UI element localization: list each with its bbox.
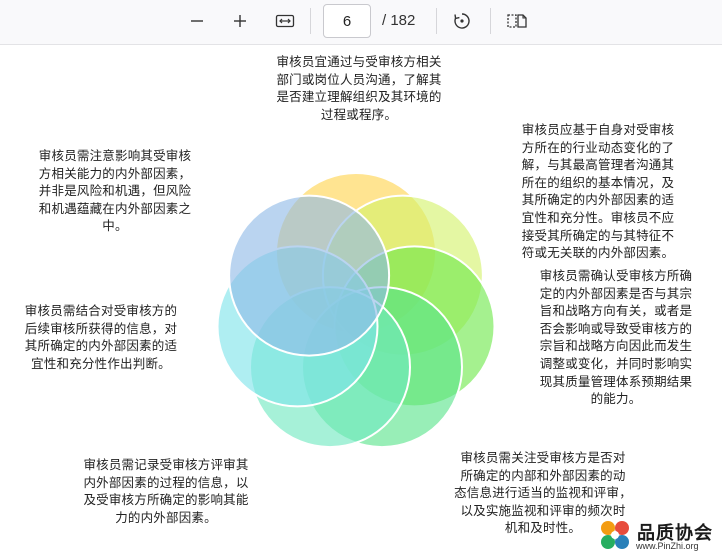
text-line: 方所在的行业动态变化的了 <box>521 140 675 155</box>
text-line: 后续审核所获得的信息，对 <box>24 321 178 336</box>
zoom-in-button[interactable] <box>224 6 256 36</box>
pdf-toolbar: 6 / 182 <box>0 0 722 45</box>
text-line: 和机遇蕴藏在内外部因素之 <box>38 201 192 216</box>
text-line: 审核员需确认受审核方所确 <box>539 269 693 283</box>
fit-width-button[interactable] <box>269 6 301 36</box>
text-line: 解，与其最高管理者沟通其 <box>521 158 675 173</box>
text-line: 所确定的内部和外部因素的动 <box>460 468 626 483</box>
toolbar-separator <box>310 8 311 34</box>
text-line: 审核员应基于自身对受审核 <box>521 123 675 137</box>
two-page-view-button[interactable] <box>501 6 533 36</box>
flower-petals <box>216 172 496 449</box>
text-line: 审核员需注意影响其受审核 <box>38 149 192 163</box>
text-line: 方相关能力的内外部因素， <box>38 166 192 181</box>
pinzhi-logo: 品质协会 www.PinZhi.org <box>596 516 718 556</box>
logo-url: www.PinZhi.org <box>636 541 699 551</box>
text-block-middle-right: 审核员需确认受审核方所确 定的内外部因素是否与其宗 旨和战略方向有关，或者是 否… <box>518 268 714 409</box>
text-block-top: 审核员宜通过与受审核方相关 部门或岗位人员沟通，了解其 是否建立理解组织及其环境… <box>260 54 458 124</box>
text-line: 审核员需记录受审核方评审其 <box>83 458 249 472</box>
text-line: 的能力。 <box>590 392 642 407</box>
fit-width-icon <box>275 14 295 28</box>
text-line: 过程或程序。 <box>320 107 398 122</box>
zoom-out-button[interactable] <box>181 6 213 36</box>
pinzhi-logo-icon <box>601 521 629 549</box>
page-number-input[interactable]: 6 <box>323 4 371 38</box>
text-line: 及受审核方所确定的影响其能 <box>83 493 249 508</box>
text-block-middle-left: 审核员需结合对受审核方的 后续审核所获得的信息，对 其所确定的内外部因素的适 宜… <box>6 303 196 373</box>
text-line: 中。 <box>102 219 128 234</box>
text-block-bottom-left: 审核员需记录受审核方评审其 内外部因素的过程的信息，以 及受审核方所确定的影响其… <box>66 457 266 527</box>
text-line: 宜性和充分性。审核员不应 <box>521 210 675 225</box>
text-line: 宗旨和战略方向因此而发生 <box>539 339 693 354</box>
text-line: 其所确定的内外部因素的适 <box>521 193 675 208</box>
zoom-in-icon <box>234 15 246 27</box>
text-line: 否会影响或导致受审核方的 <box>539 321 693 336</box>
text-line: 所在的组织的基本情况，及 <box>521 175 675 190</box>
flower-petal-circle <box>228 194 391 357</box>
two-page-view-icon <box>507 14 527 28</box>
text-block-top-right: 审核员应基于自身对受审核 方所在的行业动态变化的了 解，与其最高管理者沟通其 所… <box>503 122 693 263</box>
text-line: 宜性和充分性作出判断。 <box>31 356 171 371</box>
text-line: 旨和战略方向有关，或者是 <box>539 304 693 319</box>
rotate-icon <box>454 13 470 29</box>
page-total-label: / 182 <box>382 12 416 29</box>
text-line: 审核员需关注受审核方是否对 <box>460 451 626 465</box>
text-line: 现其质量管理体系预期结果 <box>539 374 693 389</box>
text-line: 是否建立理解组织及其环境的 <box>276 90 442 105</box>
rotate-button[interactable] <box>446 6 478 36</box>
zoom-out-icon <box>191 20 203 22</box>
text-line: 力的内外部因素。 <box>115 510 217 525</box>
text-line: 审核员需结合对受审核方的 <box>24 304 178 318</box>
text-line: 调整或变化，并同时影响实 <box>539 356 693 371</box>
text-line: 其所确定的内外部因素的适 <box>24 339 178 354</box>
text-line: 内外部因素的过程的信息，以 <box>83 475 249 490</box>
text-line: 并非是风险和机遇，但风险 <box>38 184 192 199</box>
text-line: 审核员宜通过与受审核方相关 <box>276 55 442 69</box>
text-line: 态信息进行适当的监视和评审， <box>454 486 632 501</box>
text-line: 接受其所确定的与其特征不 <box>521 228 675 243</box>
toolbar-separator <box>490 8 491 34</box>
text-line: 定的内外部因素是否与其宗 <box>539 286 693 301</box>
document-page: 审核员宜通过与受审核方相关 部门或岗位人员沟通，了解其 是否建立理解组织及其环境… <box>0 45 722 558</box>
text-block-top-left: 审核员需注意影响其受审核 方相关能力的内外部因素， 并非是风险和机遇，但风险 和… <box>22 148 208 236</box>
text-line: 符或无关联的内外部因素。 <box>521 246 675 261</box>
toolbar-separator <box>436 8 437 34</box>
text-line: 部门或岗位人员沟通，了解其 <box>276 72 442 87</box>
